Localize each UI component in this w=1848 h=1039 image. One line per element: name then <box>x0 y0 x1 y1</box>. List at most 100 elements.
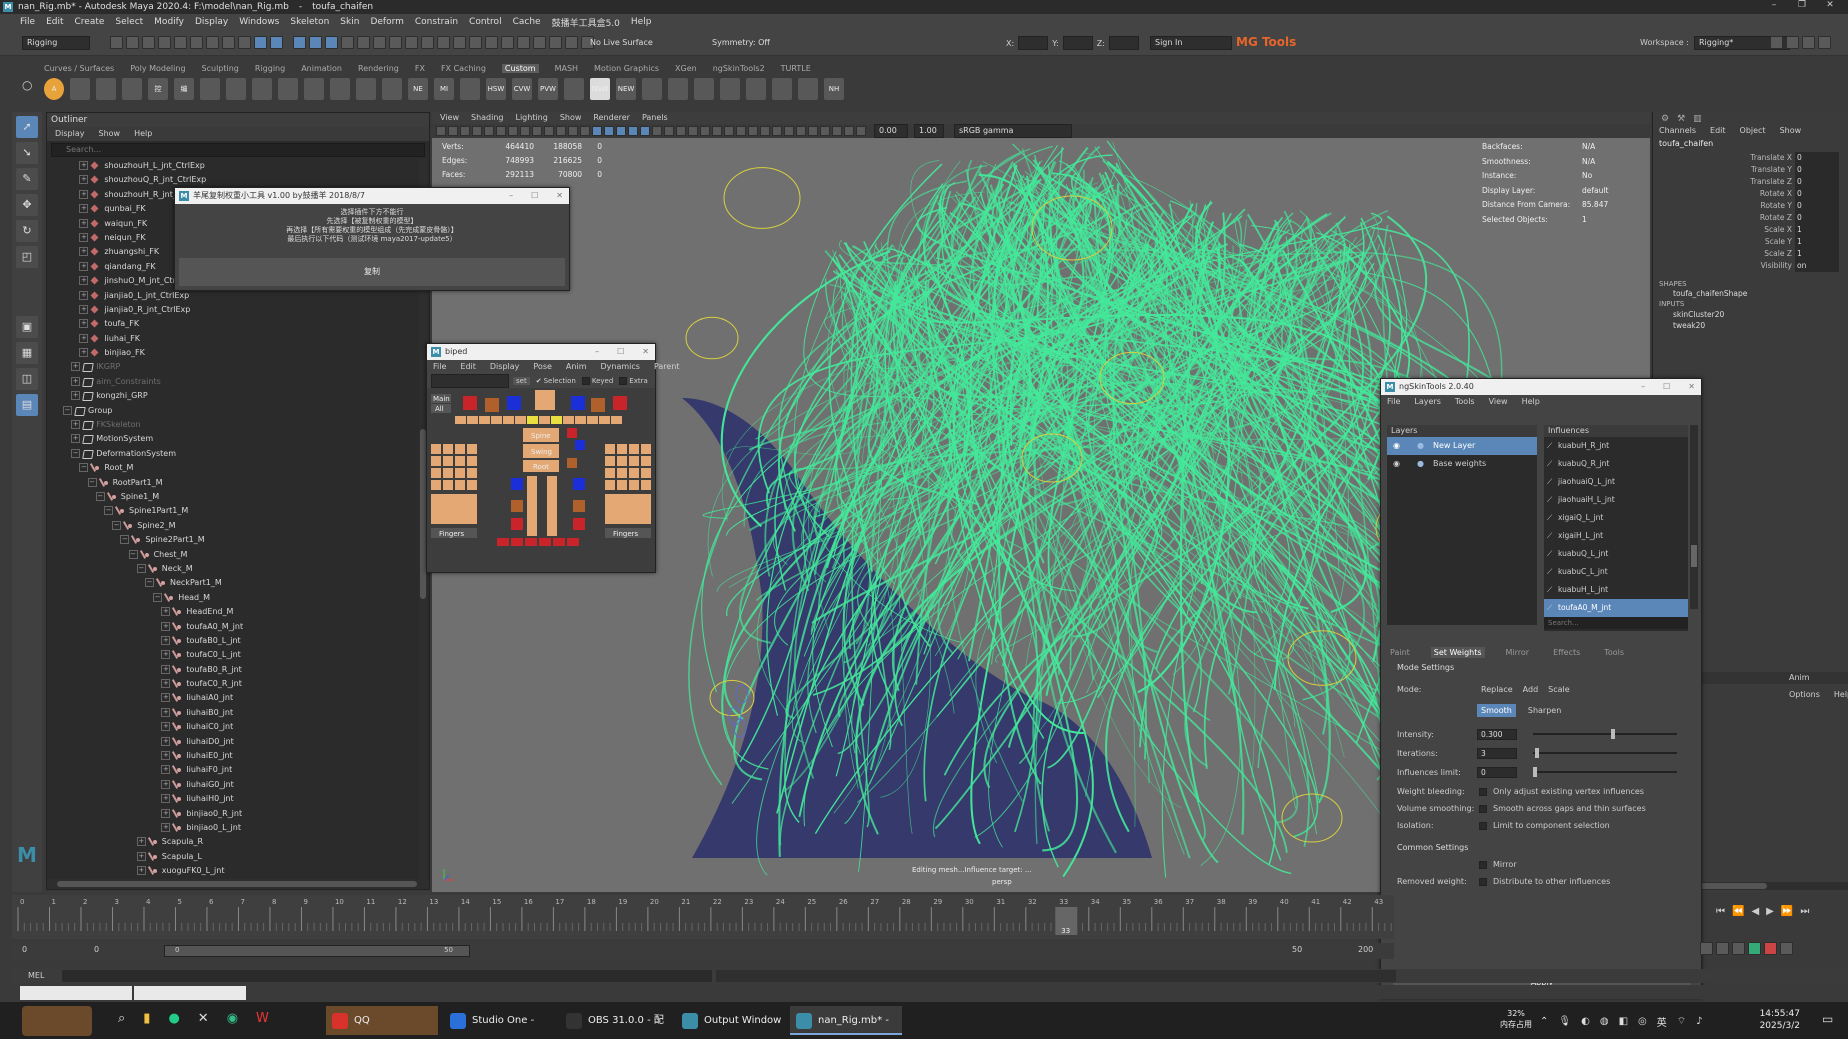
status-tool-icon[interactable] <box>158 36 171 49</box>
shelf-tab[interactable]: Sculpting <box>202 64 239 73</box>
viewport-tool-icon[interactable] <box>844 126 854 136</box>
viewport-tool-icon[interactable] <box>856 126 866 136</box>
expand-toggle-icon[interactable]: + <box>79 175 89 185</box>
shelf-button-icon[interactable] <box>798 78 818 100</box>
minimize-icon[interactable]: – <box>509 191 513 200</box>
biped-menu-item[interactable]: Edit <box>460 360 476 374</box>
foot-control[interactable] <box>567 538 579 546</box>
viewport-tool-icon[interactable] <box>652 126 662 136</box>
outliner-search-input[interactable]: Search... <box>51 143 425 157</box>
finger-control[interactable] <box>443 456 453 466</box>
channel-attribute-value[interactable]: 0 <box>1795 212 1839 224</box>
outliner-item[interactable]: + aim_Constraints <box>47 375 429 389</box>
layout-icon[interactable] <box>1802 36 1815 49</box>
search-icon[interactable]: ⌕ <box>118 1011 125 1026</box>
maximize-icon[interactable]: ☐ <box>1663 382 1670 391</box>
expand-toggle-icon[interactable]: + <box>79 232 89 242</box>
expand-toggle-icon[interactable]: − <box>128 549 138 559</box>
expand-toggle-icon[interactable]: + <box>161 664 171 674</box>
expand-toggle-icon[interactable]: − <box>95 491 105 501</box>
y-field[interactable] <box>1062 36 1093 50</box>
expand-toggle-icon[interactable]: + <box>79 261 89 271</box>
finger-control[interactable] <box>467 456 477 466</box>
expand-toggle-icon[interactable]: + <box>79 204 89 214</box>
outliner-item[interactable]: + IKGRP <box>47 360 429 374</box>
finger-control[interactable] <box>443 480 453 490</box>
finger-control[interactable] <box>605 480 615 490</box>
input-node[interactable]: skinCluster20 <box>1673 309 1848 320</box>
outliner-item[interactable]: − NeckPart1_M <box>47 576 429 590</box>
outliner-item[interactable]: + liuhaiH0_jnt <box>47 792 429 806</box>
status-tool-icon[interactable] <box>453 36 466 49</box>
viewport-tool-icon[interactable] <box>700 126 710 136</box>
color-space-dropdown[interactable]: sRGB gamma <box>954 124 1072 138</box>
char-set-icon[interactable] <box>1732 942 1745 955</box>
finger-control[interactable] <box>455 480 465 490</box>
biped-set-dropdown[interactable] <box>431 374 509 388</box>
channel-attribute-row[interactable]: Scale X1 <box>1653 224 1848 236</box>
attribute-editor-icon[interactable]: ⚙ <box>1661 114 1669 124</box>
status-tool-icon[interactable] <box>293 36 306 49</box>
influence-row[interactable]: ⟋ kuabuH_R_jnt <box>1544 437 1688 455</box>
app-icon[interactable]: ◉ <box>227 1011 238 1026</box>
outliner-item[interactable]: − DeformationSystem <box>47 447 429 461</box>
ngskin-menu-item[interactable]: View <box>1489 395 1508 409</box>
iterations-slider[interactable] <box>1533 748 1677 758</box>
finger-control[interactable] <box>641 444 651 454</box>
fingers-r-label[interactable]: Fingers <box>613 530 639 538</box>
taskbar-app[interactable]: nan_Rig.mb* - Au... <box>790 1006 902 1035</box>
outliner-item[interactable]: + xuoguFK0_L_jnt <box>47 864 429 878</box>
finger-control[interactable] <box>605 444 615 454</box>
status-tool-icon[interactable] <box>517 36 530 49</box>
viewport-tool-icon[interactable] <box>736 126 746 136</box>
shelf-button-icon[interactable] <box>642 78 662 100</box>
expand-toggle-icon[interactable]: − <box>79 463 89 473</box>
outliner-item[interactable]: − Chest_M <box>47 548 429 562</box>
menu-item[interactable]: Select <box>115 17 143 27</box>
hand-control[interactable] <box>605 494 651 524</box>
foot-control[interactable] <box>539 538 551 546</box>
expand-toggle-icon[interactable]: + <box>79 247 89 257</box>
channel-attribute-value[interactable]: 1 <box>1795 224 1839 236</box>
ngskin-menu-item[interactable]: File <box>1387 395 1400 409</box>
maximize-icon[interactable]: ☐ <box>617 347 624 356</box>
ngskin-menu-item[interactable]: Layers <box>1414 395 1440 409</box>
taskbar-app[interactable]: Studio One - 202... <box>444 1006 556 1035</box>
network-icon[interactable]: ⌔ <box>1677 1015 1686 1028</box>
menu-item[interactable]: Constrain <box>415 17 458 27</box>
close-icon[interactable]: ✕ <box>1816 0 1844 14</box>
shoulder-control[interactable] <box>479 416 490 424</box>
isolation-checkbox[interactable] <box>1479 822 1487 830</box>
status-tool-icon[interactable] <box>222 36 235 49</box>
biped-set-button[interactable]: set <box>513 377 530 385</box>
shoulder-control[interactable] <box>503 416 514 424</box>
ngskin-menu-item[interactable]: Tools <box>1455 395 1475 409</box>
expand-toggle-icon[interactable]: + <box>79 276 89 286</box>
shelf-button-icon[interactable] <box>356 78 376 100</box>
foot-control[interactable] <box>525 538 537 546</box>
wps-icon[interactable]: W <box>256 1011 269 1026</box>
shelf-tab[interactable]: Rigging <box>255 64 285 73</box>
expand-toggle-icon[interactable]: + <box>79 161 89 170</box>
viewport-tool-icon[interactable] <box>472 126 482 136</box>
minimize-icon[interactable]: – <box>1760 0 1788 14</box>
notification-icon[interactable]: ▭ <box>1822 1012 1833 1026</box>
shelf-button-icon[interactable] <box>460 78 480 100</box>
viewport-tool-icon[interactable] <box>748 126 758 136</box>
four-pane-icon[interactable]: ▦ <box>16 342 38 364</box>
shelf-tab[interactable]: Motion Graphics <box>594 64 659 73</box>
channel-attribute-value[interactable]: on <box>1795 260 1839 272</box>
viewport-tool-icon[interactable] <box>628 126 638 136</box>
viewport-menu-item[interactable]: Shading <box>471 112 504 124</box>
expand-toggle-icon[interactable]: − <box>63 405 72 415</box>
picker-control[interactable] <box>571 396 585 410</box>
outliner-item[interactable]: + MotionSystem <box>47 432 429 446</box>
shelf-button-icon[interactable]: PVW <box>538 78 558 100</box>
shoulder-control[interactable] <box>515 416 526 424</box>
viewport-tool-icon[interactable] <box>820 126 830 136</box>
menu-item[interactable]: Help <box>631 17 652 27</box>
shelf-button-icon[interactable] <box>304 78 324 100</box>
leg-control[interactable] <box>573 518 585 530</box>
viewport-tool-icon[interactable] <box>520 126 530 136</box>
menu-item[interactable]: Edit <box>46 17 63 27</box>
